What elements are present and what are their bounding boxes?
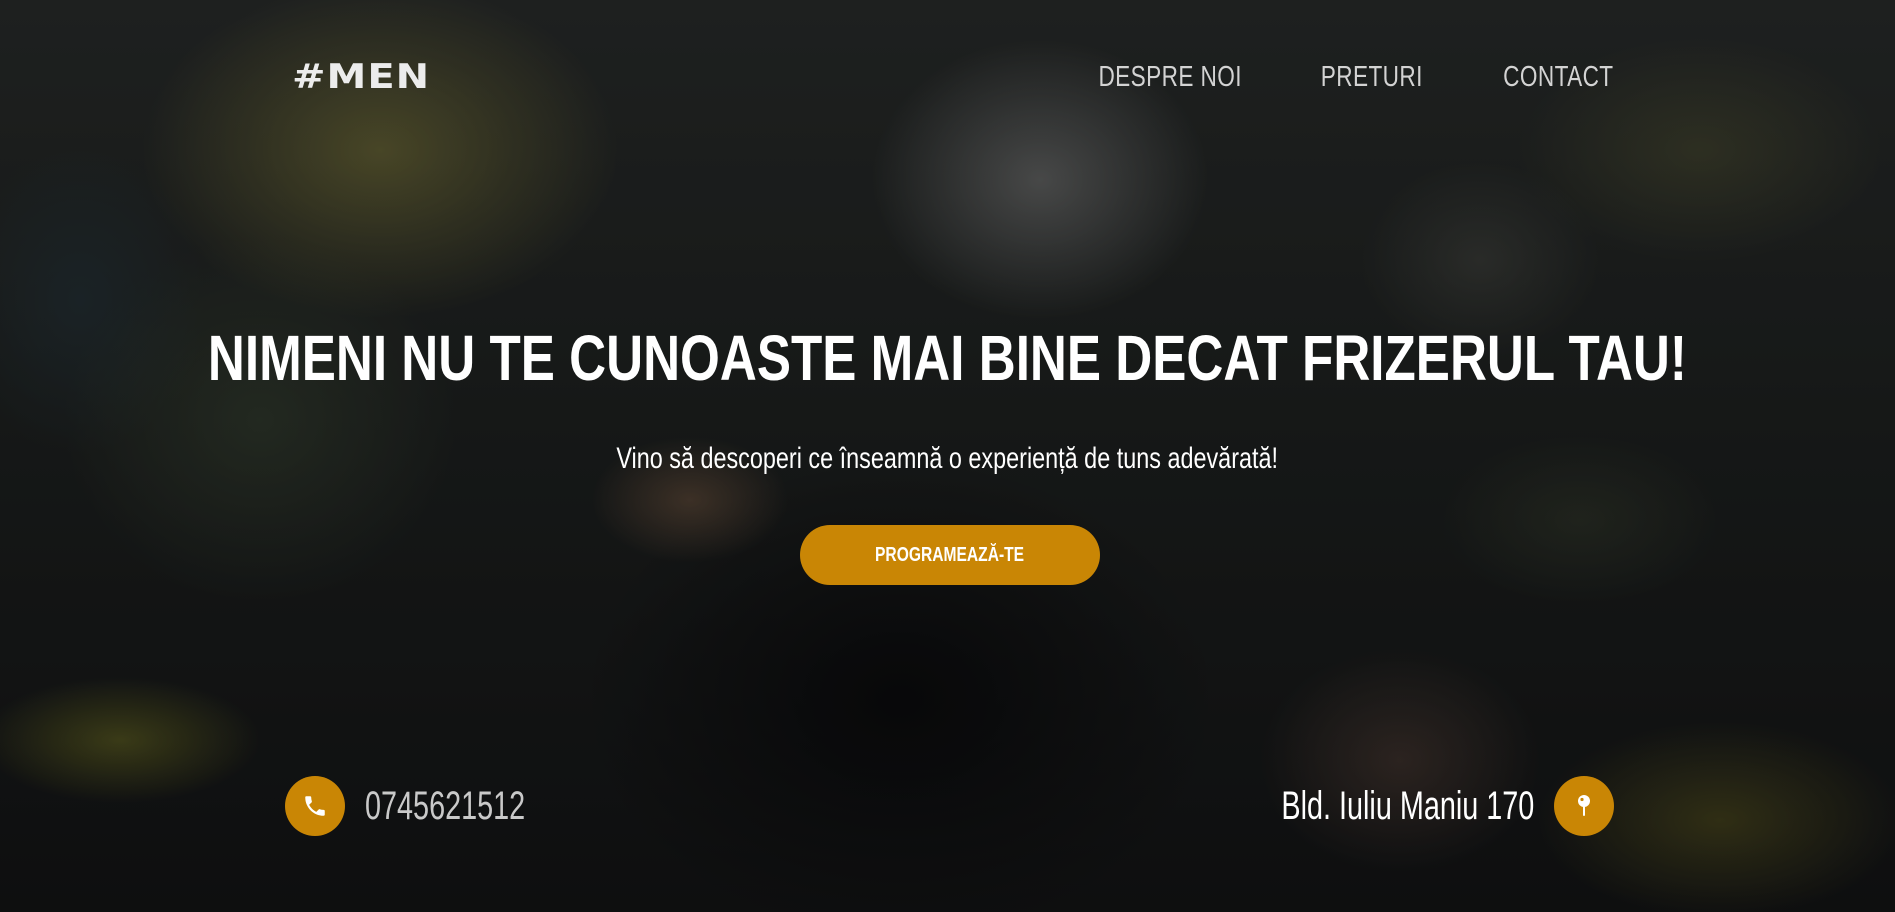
nav-link-preturi[interactable]: PRETURI	[1320, 60, 1422, 94]
book-appointment-label: PROGRAMEAZĂ-TE	[875, 543, 1025, 566]
phone-number-link[interactable]: 0745621512	[365, 782, 525, 830]
address-text: Bld. Iuliu Maniu 170	[1281, 784, 1534, 828]
phone-icon	[305, 796, 325, 816]
hero-section: #MEN DESPRE NOI PRETURI CONTACT NIMENI N…	[0, 0, 1895, 912]
phone-icon-button[interactable]	[285, 776, 345, 836]
nav-link-despre-noi[interactable]: DESPRE NOI	[1098, 60, 1241, 94]
main-nav: DESPRE NOI PRETURI CONTACT	[1058, 60, 1614, 94]
location-icon-button[interactable]	[1554, 776, 1614, 836]
hero-headline-text: NIMENI NU TE CUNOASTE MAI BINE DECAT FRI…	[207, 322, 1688, 394]
map-pin-icon	[1578, 795, 1590, 816]
site-logo[interactable]: #MEN	[292, 58, 430, 95]
hero-subline: Vino să descoperi ce înseamnă o experien…	[0, 440, 1895, 478]
hero-headline: NIMENI NU TE CUNOASTE MAI BINE DECAT FRI…	[0, 322, 1895, 394]
nav-link-contact[interactable]: CONTACT	[1504, 60, 1614, 94]
book-appointment-button[interactable]: PROGRAMEAZĂ-TE	[800, 525, 1100, 585]
hero-subline-text: Vino să descoperi ce înseamnă o experien…	[616, 442, 1279, 475]
